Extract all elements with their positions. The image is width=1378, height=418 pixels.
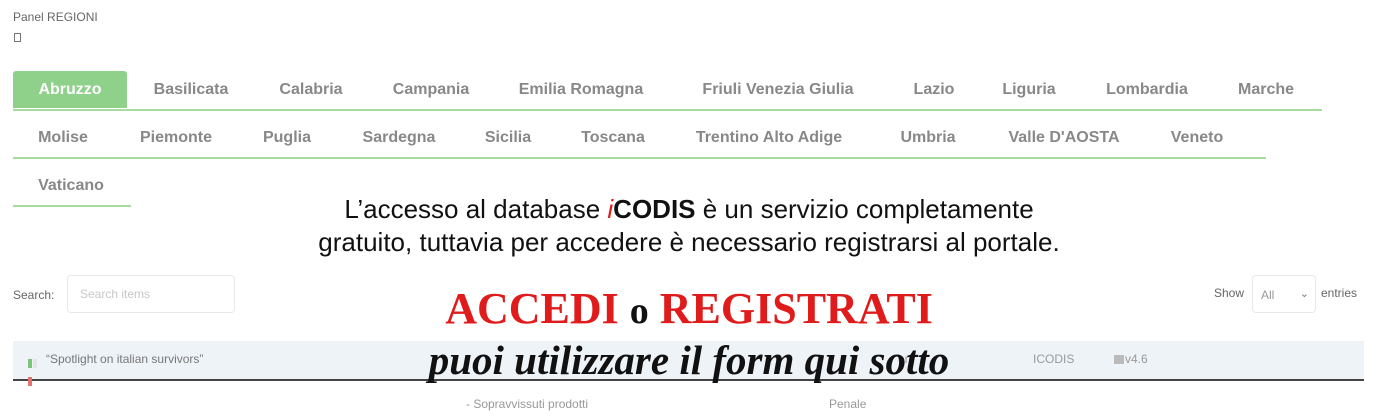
tab-lombardia[interactable]: Lombardia	[1088, 71, 1206, 108]
region-tabs-row-1: Abruzzo Basilicata Calabria Campania Emi…	[13, 71, 1322, 111]
tab-molise[interactable]: Molise	[13, 119, 113, 156]
tab-sardegna[interactable]: Sardegna	[343, 119, 455, 156]
subrow-col-2: Penale	[829, 397, 867, 411]
tab-basilicata[interactable]: Basilicata	[135, 71, 247, 108]
tab-marche[interactable]: Marche	[1220, 71, 1312, 108]
access-notice-line-1: L’accesso al database iCODIS è un serviz…	[0, 193, 1378, 225]
tab-valle-daosta[interactable]: Valle D'AOSTA	[989, 119, 1139, 156]
tab-toscana[interactable]: Toscana	[563, 119, 663, 156]
tab-lazio[interactable]: Lazio	[896, 71, 972, 108]
notice-text: è un servizio completamente	[695, 194, 1034, 224]
tab-calabria[interactable]: Calabria	[261, 71, 361, 108]
panel-title: Panel REGIONI	[13, 10, 98, 24]
subrow-col-1: - Sopravvissuti prodotti	[466, 397, 589, 411]
register-link[interactable]: REGISTRATI	[660, 284, 933, 333]
tab-emilia-romagna[interactable]: Emilia Romagna	[503, 71, 659, 108]
cta-or: o	[629, 290, 649, 332]
tab-friuli-venezia-giulia[interactable]: Friuli Venezia Giulia	[683, 71, 873, 108]
notice-text: L’accesso al database	[344, 194, 608, 224]
tab-trentino-alto-adige[interactable]: Trentino Alto Adige	[679, 119, 859, 156]
region-tabs-row-2: Molise Piemonte Puglia Sardegna Sicilia …	[13, 119, 1266, 159]
tab-sicilia[interactable]: Sicilia	[467, 119, 549, 156]
tab-puglia[interactable]: Puglia	[245, 119, 329, 156]
collapse-icon[interactable]	[14, 33, 21, 42]
tab-piemonte[interactable]: Piemonte	[121, 119, 231, 156]
brand-name: CODIS	[613, 194, 696, 224]
tab-abruzzo[interactable]: Abruzzo	[13, 71, 127, 108]
tab-campania[interactable]: Campania	[375, 71, 487, 108]
login-link[interactable]: ACCEDI	[445, 284, 619, 333]
tab-umbria[interactable]: Umbria	[885, 119, 971, 156]
cta-subtitle: puoi utilizzare il form qui sotto	[428, 337, 950, 383]
access-notice-line-2: gratuito, tuttavia per accedere è necess…	[318, 227, 1060, 257]
tab-liguria[interactable]: Liguria	[987, 71, 1071, 108]
tab-veneto[interactable]: Veneto	[1159, 119, 1235, 156]
cta-login-register: ACCEDI o REGISTRATI	[0, 284, 1378, 336]
